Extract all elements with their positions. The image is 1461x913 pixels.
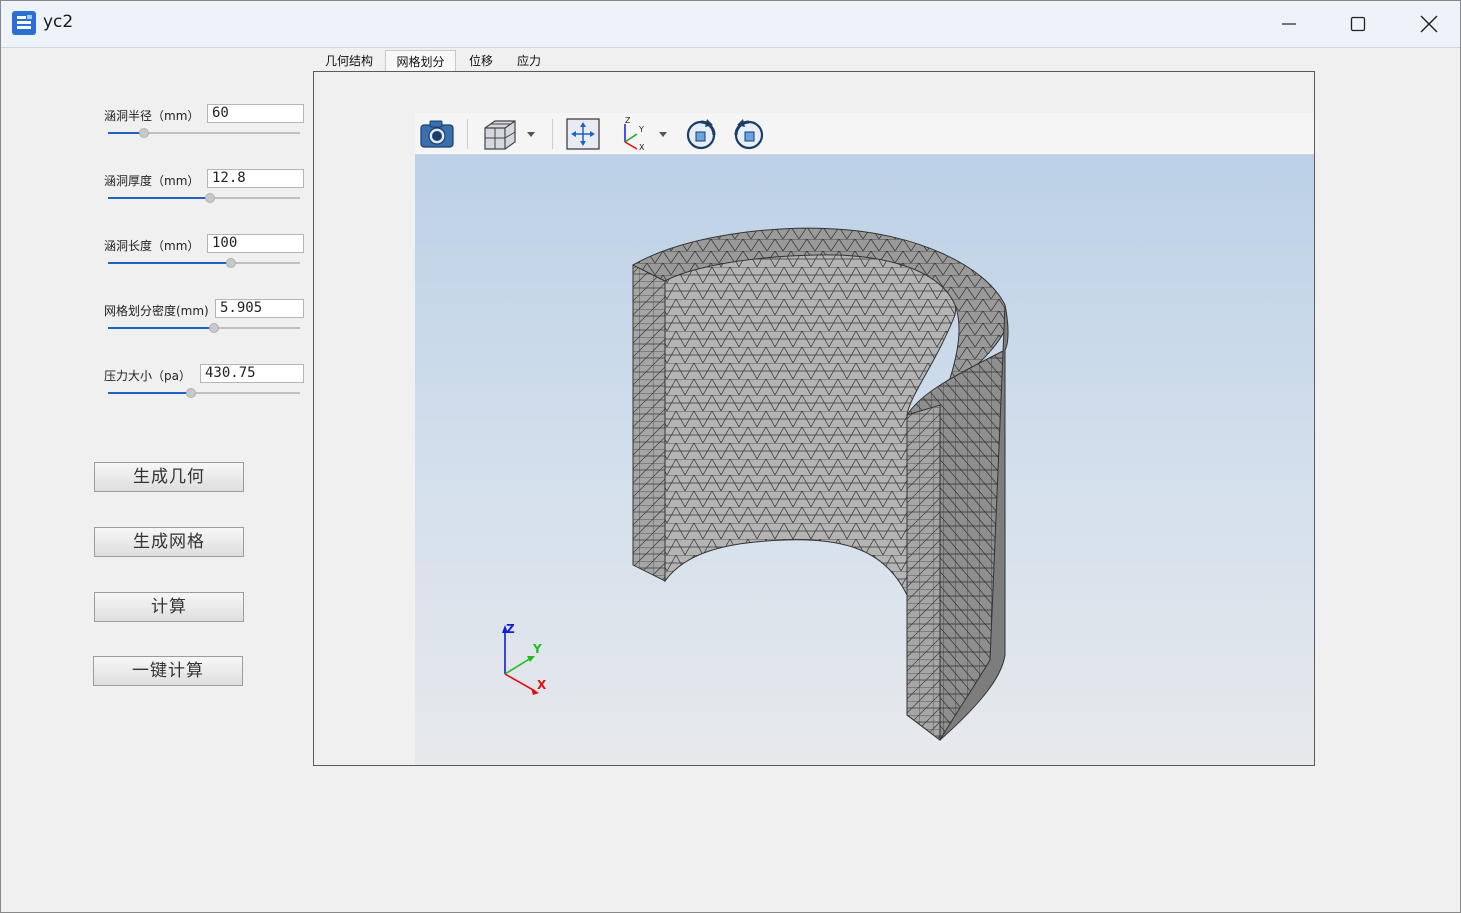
title-bar: yc2 [1,1,1460,48]
right-wall-front-strip [906,404,941,742]
svg-text:Z: Z [625,116,631,125]
svg-text:Y: Y [638,125,644,134]
toolbar-separator [552,119,553,149]
pressure-input[interactable]: 430.75 [200,364,304,383]
param-label-thickness: 涵洞厚度（mm） [104,174,200,188]
param-label-mesh-density: 网格划分密度(mm) [104,304,209,318]
minimize-button[interactable] [1254,1,1324,47]
one-click-compute-button[interactable]: 一键计算 [93,656,243,686]
close-icon [1420,15,1438,33]
camera-icon[interactable] [418,116,456,152]
3d-viewer[interactable]: Z Y X Z Y X [415,113,1314,765]
param-label-radius: 涵洞半径（mm） [104,109,200,123]
mesh-density-input[interactable]: 5.905 [215,299,304,318]
param-label-pressure: 压力大小（pa） [104,369,191,383]
generate-mesh-button[interactable]: 生成网格 [94,527,244,557]
app-logo-icon [12,11,36,35]
maximize-button[interactable] [1323,1,1393,47]
compute-button[interactable]: 计算 [94,592,244,622]
thickness-slider[interactable] [108,192,300,204]
minimize-icon [1282,23,1296,25]
tab-geometry[interactable]: 几何结构 [314,50,384,72]
toolbar-separator [467,119,468,149]
mesh-density-slider[interactable] [108,322,300,334]
slider-fill [108,197,210,199]
slider-fill [108,392,191,394]
length-input[interactable]: 100 [207,234,304,253]
parameter-panel: 涵洞半径（mm） 60 涵洞厚度（mm） 12.8 涵洞长度（mm） 100 网… [1,48,313,908]
close-button[interactable] [1394,1,1461,47]
radius-input[interactable]: 60 [207,104,304,123]
viewer-toolbar: Z Y X [415,113,1314,155]
slider-fill [108,262,231,264]
slider-thumb[interactable] [225,258,236,268]
fit-view-icon[interactable] [564,116,602,152]
param-label-length: 涵洞长度（mm） [104,239,200,253]
length-slider[interactable] [108,257,300,269]
thickness-input[interactable]: 12.8 [207,169,304,188]
triad-y-label: Y [532,642,542,656]
axes-icon[interactable]: Z Y X [615,116,673,152]
tab-stress[interactable]: 应力 [507,50,551,72]
pressure-slider[interactable] [108,387,300,399]
generate-geometry-button[interactable]: 生成几何 [94,462,244,492]
svg-text:X: X [639,143,645,152]
slider-fill [108,327,214,329]
view-cube-icon[interactable] [479,116,539,152]
slider-thumb[interactable] [208,323,219,333]
app-window: yc2 涵洞半径（mm） 60 涵洞厚度（mm） 12.8 涵洞长度（mm） 1… [0,0,1461,913]
triad-x-label: X [537,678,547,692]
tab-mesh[interactable]: 网格划分 [385,50,456,72]
orientation-triad: Z Y X [502,622,547,695]
tab-displacement[interactable]: 位移 [459,50,503,72]
maximize-icon [1350,16,1366,32]
slider-thumb[interactable] [139,128,150,138]
rotate-ccw-icon[interactable] [730,116,768,152]
slider-thumb[interactable] [204,193,215,203]
window-title: yc2 [43,12,74,32]
left-wall-face [632,264,666,582]
radius-slider[interactable] [108,127,300,139]
rotate-cw-icon[interactable] [683,116,721,152]
slider-thumb[interactable] [185,388,196,398]
triad-z-label: Z [506,622,515,636]
